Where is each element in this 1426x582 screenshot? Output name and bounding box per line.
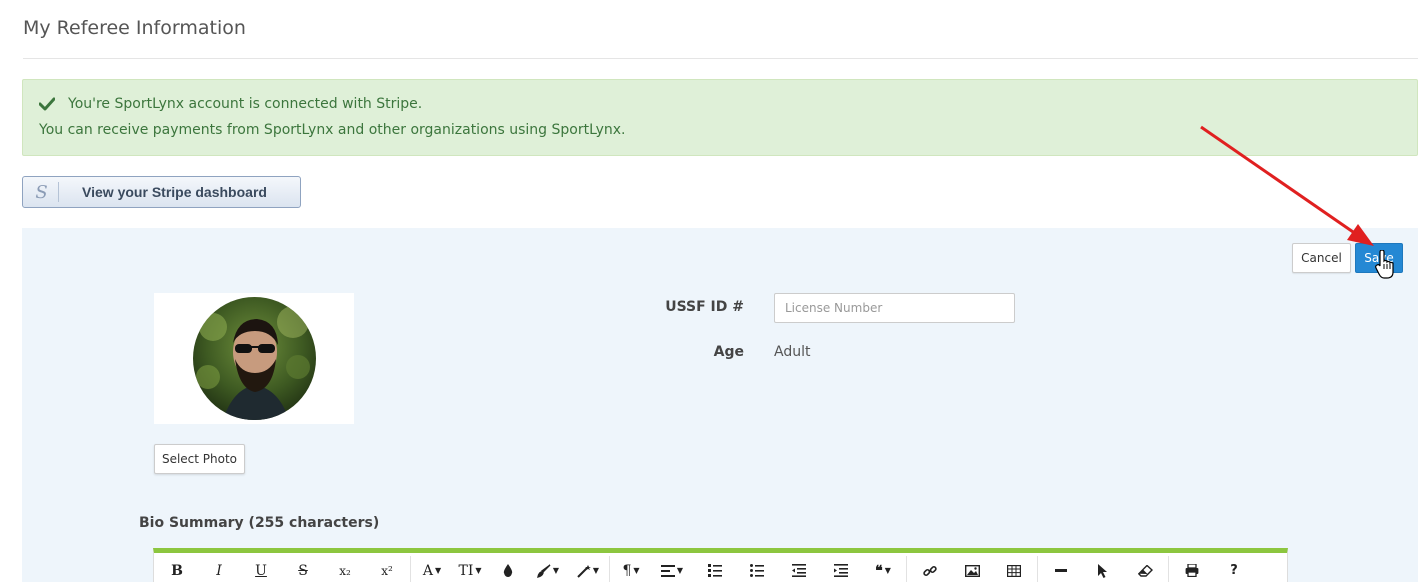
font-family-glyph: A	[422, 562, 433, 579]
title-divider	[23, 58, 1418, 59]
italic-button[interactable]: I	[198, 553, 240, 582]
image-icon[interactable]	[951, 553, 993, 582]
toolbar-separator	[1168, 555, 1169, 582]
unordered-list-icon[interactable]	[736, 553, 778, 582]
help-icon[interactable]: ?	[1213, 553, 1255, 582]
align-dropdown[interactable]: ▼	[650, 553, 694, 582]
bold-button[interactable]: B	[156, 553, 198, 582]
toolbar-separator	[906, 555, 907, 582]
view-stripe-dashboard-button[interactable]: S View your Stripe dashboard	[22, 176, 301, 208]
strikethrough-button[interactable]: S	[282, 553, 324, 582]
select-photo-button[interactable]: Select Photo	[154, 444, 245, 474]
table-icon[interactable]	[993, 553, 1035, 582]
toolbar-separator	[1037, 555, 1038, 582]
age-value: Adult	[774, 344, 811, 360]
indent-icon[interactable]	[820, 553, 862, 582]
font-family-dropdown[interactable]: A ▼	[413, 553, 451, 582]
underline-button[interactable]: U	[240, 553, 282, 582]
text-color-icon[interactable]	[489, 553, 527, 582]
outdent-icon[interactable]	[778, 553, 820, 582]
link-icon[interactable]	[909, 553, 951, 582]
stripe-icon: S	[25, 182, 59, 203]
age-label: Age	[713, 344, 744, 360]
font-size-dropdown[interactable]: TI ▼	[451, 553, 489, 582]
bio-summary-label: Bio Summary (255 characters)	[139, 515, 380, 531]
stripe-button-label: View your Stripe dashboard	[82, 184, 267, 200]
avatar	[192, 297, 316, 420]
quote-icon: ❝	[875, 562, 883, 579]
toolbar-separator	[410, 555, 411, 582]
magic-wand-icon[interactable]: ▼	[569, 553, 607, 582]
ordered-list-icon[interactable]	[694, 553, 736, 582]
editor-toolbar: B I U S x₂ x² A ▼ TI ▼ ▼ ▼ ¶ ▼ ▼ ❝ ▼ ?	[154, 553, 1287, 582]
eraser-icon[interactable]	[1124, 553, 1166, 582]
bio-editor[interactable]: B I U S x₂ x² A ▼ TI ▼ ▼ ▼ ¶ ▼ ▼ ❝ ▼ ?	[153, 548, 1288, 582]
font-size-glyph: TI	[458, 562, 474, 579]
chevron-down-icon: ▼	[475, 566, 482, 575]
align-left-icon	[660, 564, 675, 577]
stripe-connected-alert: You're SportLynx account is connected wi…	[22, 79, 1418, 156]
paragraph-format-dropdown[interactable]: ¶ ▼	[612, 553, 650, 582]
chevron-down-icon: ▼	[884, 566, 891, 575]
quote-dropdown[interactable]: ❝ ▼	[862, 553, 904, 582]
toolbar-separator	[609, 555, 610, 582]
print-icon[interactable]	[1171, 553, 1213, 582]
select-pointer-icon[interactable]	[1082, 553, 1124, 582]
ussf-id-label: USSF ID #	[665, 299, 744, 315]
profile-photo-frame	[154, 293, 354, 424]
subscript-button[interactable]: x₂	[324, 553, 366, 582]
brush-icon[interactable]: ▼	[527, 553, 569, 582]
avatar-image	[192, 297, 316, 420]
page-title: My Referee Information	[23, 17, 246, 39]
paragraph-icon: ¶	[622, 562, 632, 579]
horizontal-line-icon[interactable]	[1040, 553, 1082, 582]
alert-message: You're SportLynx account is connected wi…	[68, 96, 423, 112]
alert-detail: You can receive payments from SportLynx …	[39, 122, 626, 138]
checkmark-icon	[39, 97, 55, 111]
license-number-input[interactable]	[774, 293, 1015, 323]
chevron-down-icon: ▼	[434, 566, 442, 575]
cancel-button[interactable]: Cancel	[1292, 243, 1351, 273]
superscript-button[interactable]: x²	[366, 553, 408, 582]
hand-cursor-icon	[1375, 250, 1394, 279]
chevron-down-icon: ▼	[633, 566, 640, 575]
